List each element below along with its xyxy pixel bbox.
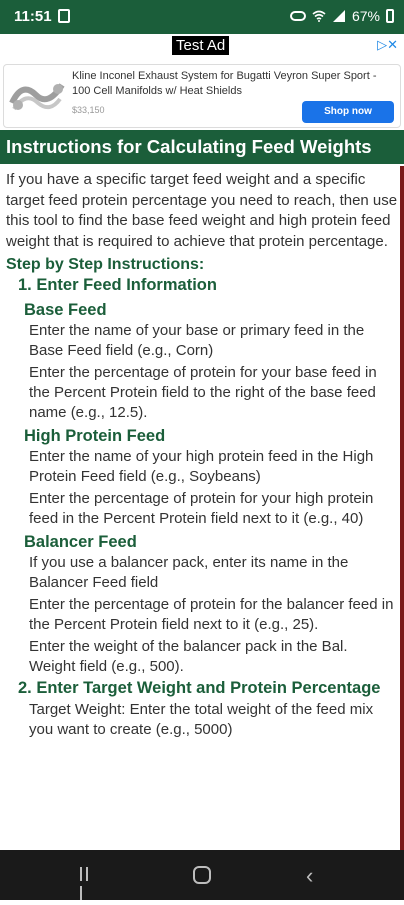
status-icons: 67% — [289, 8, 394, 24]
battery-icon — [386, 9, 394, 23]
intro-paragraph: If you have a specific target feed weigh… — [6, 171, 398, 250]
high-protein-percent-instruction: Enter the percentage of protein for your… — [29, 490, 374, 527]
battery-percent: 67% — [351, 8, 380, 24]
ad-card[interactable]: Kline Inconel Exhaust System for Bugatti… — [3, 64, 401, 128]
scroll-indicator[interactable] — [400, 166, 404, 850]
high-protein-feed-heading: High Protein Feed — [24, 427, 166, 445]
ad-banner[interactable]: Test Ad ▷✕ Kline Inconel Exhaust System … — [0, 34, 404, 128]
shop-now-button[interactable]: Shop now — [302, 101, 394, 123]
system-nav-bar: ‹ — [0, 850, 404, 900]
base-feed-name-instruction: Enter the name of your base or primary f… — [29, 322, 365, 359]
step1-heading: 1. Enter Feed Information — [18, 276, 217, 294]
ad-title: Kline Inconel Exhaust System for Bugatti… — [72, 70, 377, 97]
instructions-content: If you have a specific target feed weigh… — [6, 170, 398, 740]
app-notification-icon — [58, 9, 70, 23]
base-feed-heading: Base Feed — [24, 301, 107, 319]
signal-icon — [332, 10, 345, 22]
step2-heading: 2. Enter Target Weight and Protein Perce… — [18, 679, 381, 697]
vpn-key-icon — [289, 11, 306, 21]
balancer-name-instruction: If you use a balancer pack, enter its na… — [29, 554, 349, 591]
adchoices-icon[interactable]: ▷✕ — [377, 37, 398, 53]
home-button[interactable] — [193, 866, 211, 884]
page-title: Instructions for Calculating Feed Weight… — [0, 130, 404, 164]
recents-button[interactable] — [80, 867, 96, 900]
target-weight-instruction: Target Weight: Enter the total weight of… — [29, 701, 374, 738]
wifi-icon — [312, 10, 326, 22]
status-bar: 11:51 67% — [0, 0, 404, 34]
base-feed-protein-instruction: Enter the percentage of protein for your… — [29, 364, 377, 421]
balancer-weight-instruction: Enter the weight of the balancer pack in… — [29, 638, 348, 675]
exhaust-product-image — [9, 83, 65, 111]
status-time: 11:51 — [14, 8, 52, 25]
balancer-feed-heading: Balancer Feed — [24, 533, 137, 551]
steps-heading: Step by Step Instructions: — [6, 256, 205, 273]
high-protein-name-instruction: Enter the name of your high protein feed… — [29, 448, 374, 485]
balancer-percent-instruction: Enter the percentage of protein for the … — [29, 596, 394, 633]
ad-price: $33,150 — [72, 105, 105, 115]
instructions-screen[interactable]: Instructions for Calculating Feed Weight… — [0, 130, 404, 850]
ad-label: Test Ad — [172, 36, 230, 55]
back-button[interactable]: ‹ — [306, 863, 313, 889]
